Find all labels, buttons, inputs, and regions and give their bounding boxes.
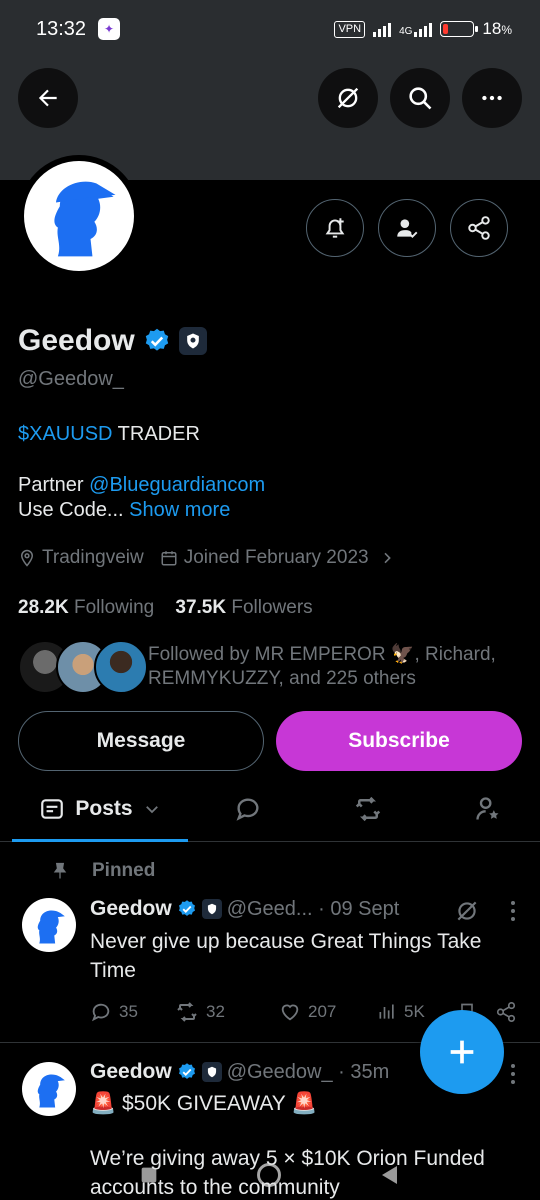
avatar-silhouette-icon [37,910,65,944]
system-nav-bar [0,1150,540,1200]
affiliate-badge-icon [201,899,222,919]
reply-icon [236,798,259,821]
profile-meta: Tradingveiw Joined February 2023 [18,547,395,569]
following-button[interactable] [378,199,436,257]
bell-plus-icon [325,218,345,238]
battery-percent: 18% [482,19,512,38]
tab-replies[interactable] [206,778,290,840]
share-post-button[interactable] [495,1001,517,1023]
partner-mention-link[interactable]: @Blueguardiancom [89,474,265,496]
show-more-link[interactable]: Show more [129,499,230,521]
message-button[interactable]: Message [18,711,264,771]
repost-icon [177,1002,197,1022]
post-author-name[interactable]: Geedow [90,1060,172,1084]
share-icon [496,1002,516,1022]
followed-by-avatars[interactable] [18,640,148,694]
grok-icon[interactable] [454,898,480,924]
verified-badge-icon [178,1063,195,1079]
avatar-silhouette-icon [54,181,116,257]
posts-icon [41,798,64,819]
calendar-icon [161,551,177,566]
like-button[interactable]: 207 [279,1001,377,1023]
followers-link[interactable]: 37.5K Followers [175,597,312,618]
cashtag-link[interactable]: $XAUUSD [18,423,112,445]
grok-button[interactable] [318,68,378,128]
subscribe-button[interactable]: Subscribe [276,711,522,771]
joined-date: Joined February 2023 [183,547,369,568]
battery-fill [443,24,449,34]
profile-name: Geedow [18,324,207,358]
profile-name-text: Geedow [18,324,135,357]
status-bar: 13:32 ✦ VPN 4G 18% [0,0,540,58]
profile-handle: @Geedow_ [18,368,124,390]
arrow-left-icon [38,89,57,107]
signal-icon [373,21,392,37]
chevron-right-icon[interactable] [379,550,395,566]
reply-button[interactable]: 35 [90,1001,175,1023]
post-header: Geedow @Geedow_ · 35m [90,1060,389,1084]
verified-badge-icon[interactable] [143,327,171,355]
repost-icon [355,796,381,822]
home-icon[interactable] [255,1161,283,1189]
post-more-icon[interactable] [510,1063,516,1085]
post-avatar[interactable] [22,1062,76,1116]
follow-stats: 28.2K Following 37.5K Followers [18,597,313,619]
post-handle-time: @Geed... · 09 Sept [226,897,400,920]
share-button[interactable] [450,199,508,257]
bio-line-3: Use Code... Show more [18,499,231,521]
chevron-down-icon [145,805,158,813]
back-button[interactable] [18,68,78,128]
notifications-subscribe-button[interactable] [306,199,364,257]
tab-reposts[interactable] [326,778,410,840]
bio-line-2: Partner @Blueguardiancom [18,474,266,496]
post-avatar[interactable] [22,898,76,952]
views-chart-icon [379,1004,394,1019]
recents-icon[interactable] [138,1164,160,1186]
bio-line-1: $XAUUSD TRADER [18,423,200,445]
user-star-icon [476,797,499,820]
avatar [94,640,148,694]
more-button[interactable] [462,68,522,128]
tab-posts[interactable]: Posts [12,778,188,842]
user-check-icon [397,219,418,239]
compose-button[interactable] [420,1010,504,1094]
location-pin-icon [20,549,34,567]
search-button[interactable] [390,68,450,128]
battery-icon [440,21,479,37]
profile-tabs: Posts [0,778,540,842]
affiliate-badge-icon[interactable] [178,327,207,355]
location-text: Tradingveiw [42,547,144,568]
verified-badge-icon [178,900,195,916]
post-text: Never give up because Great Things Take … [90,930,482,982]
heart-icon [281,1004,299,1021]
back-nav-icon[interactable] [378,1163,402,1187]
more-horizontal-icon [482,95,502,101]
tab-subscriptions[interactable] [446,778,530,840]
following-link[interactable]: 28.2K Following [18,597,154,618]
status-time: 13:32 [36,17,87,40]
search-icon [409,87,432,110]
plus-icon [450,1040,474,1064]
post-author-name[interactable]: Geedow [90,897,172,921]
network-type: 4G [399,21,433,37]
avatar-silhouette-icon [37,1074,65,1108]
post-handle-time: @Geedow_ · 35m [226,1060,390,1083]
repost-button[interactable]: 32 [175,1000,279,1024]
followed-by-text[interactable]: Followed by MR EMPEROR 🦅, Richard, REMMY… [148,643,528,691]
affiliate-badge-icon [201,1062,222,1082]
pin-icon [53,862,67,879]
post-more-icon[interactable] [510,900,516,922]
profile-avatar[interactable] [18,155,140,277]
app-notification-icon: ✦ [98,18,121,40]
pinned-indicator: Pinned [50,860,155,882]
share-icon [468,216,490,240]
reply-icon [91,1003,110,1022]
post-header: Geedow @Geed... · 09 Sept [90,897,399,921]
vpn-indicator: VPN [334,20,366,38]
grok-icon [337,87,359,109]
